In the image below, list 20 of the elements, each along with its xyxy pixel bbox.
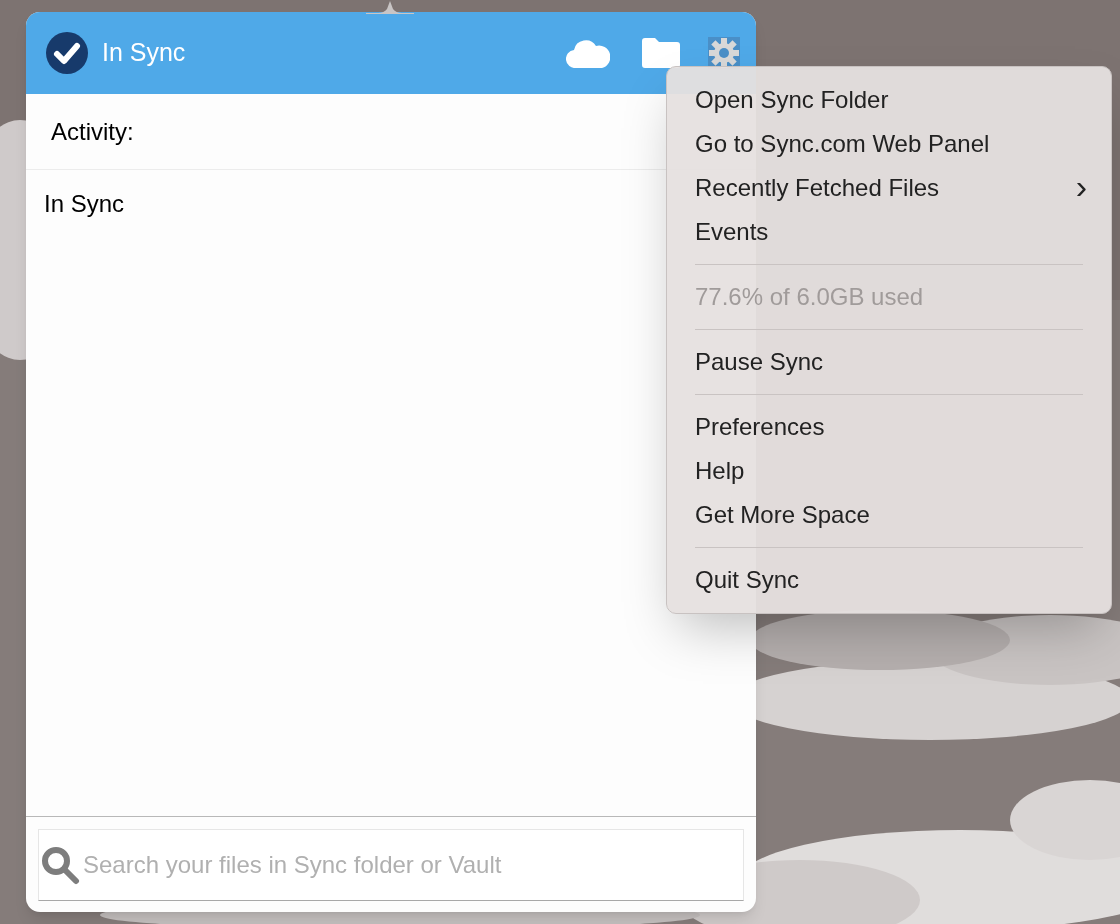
storage-usage: 77.6% of 6.0GB used (694, 282, 925, 312)
menu-item[interactable]: Open Sync Folder (677, 78, 1101, 122)
activity-label: Activity: (51, 116, 134, 147)
search-icon (40, 844, 80, 885)
search-field[interactable]: Search your files in Sync folder or Vault (38, 828, 744, 901)
cloud-icon[interactable] (566, 38, 610, 68)
menu-item[interactable]: Quit Sync (677, 558, 1101, 602)
menu-item[interactable]: Help (677, 449, 1101, 493)
folder-icon[interactable] (642, 38, 680, 68)
menu-item[interactable]: Pause Sync (677, 340, 1101, 384)
chevron-icon: › (1075, 169, 1087, 207)
popover-arrow (366, 0, 414, 14)
menu-item[interactable]: Go to Sync.com Web Panel (677, 122, 1101, 166)
menu-item[interactable]: Events (677, 210, 1101, 254)
status-title: In Sync (102, 37, 186, 69)
settings-icon[interactable] (708, 37, 740, 69)
menu-item[interactable]: Preferences (677, 405, 1101, 449)
submenu-item[interactable]: Recently Fetched Files › (677, 166, 1101, 210)
menu-item[interactable]: Get More Space (677, 493, 1101, 537)
check-icon (46, 32, 88, 74)
